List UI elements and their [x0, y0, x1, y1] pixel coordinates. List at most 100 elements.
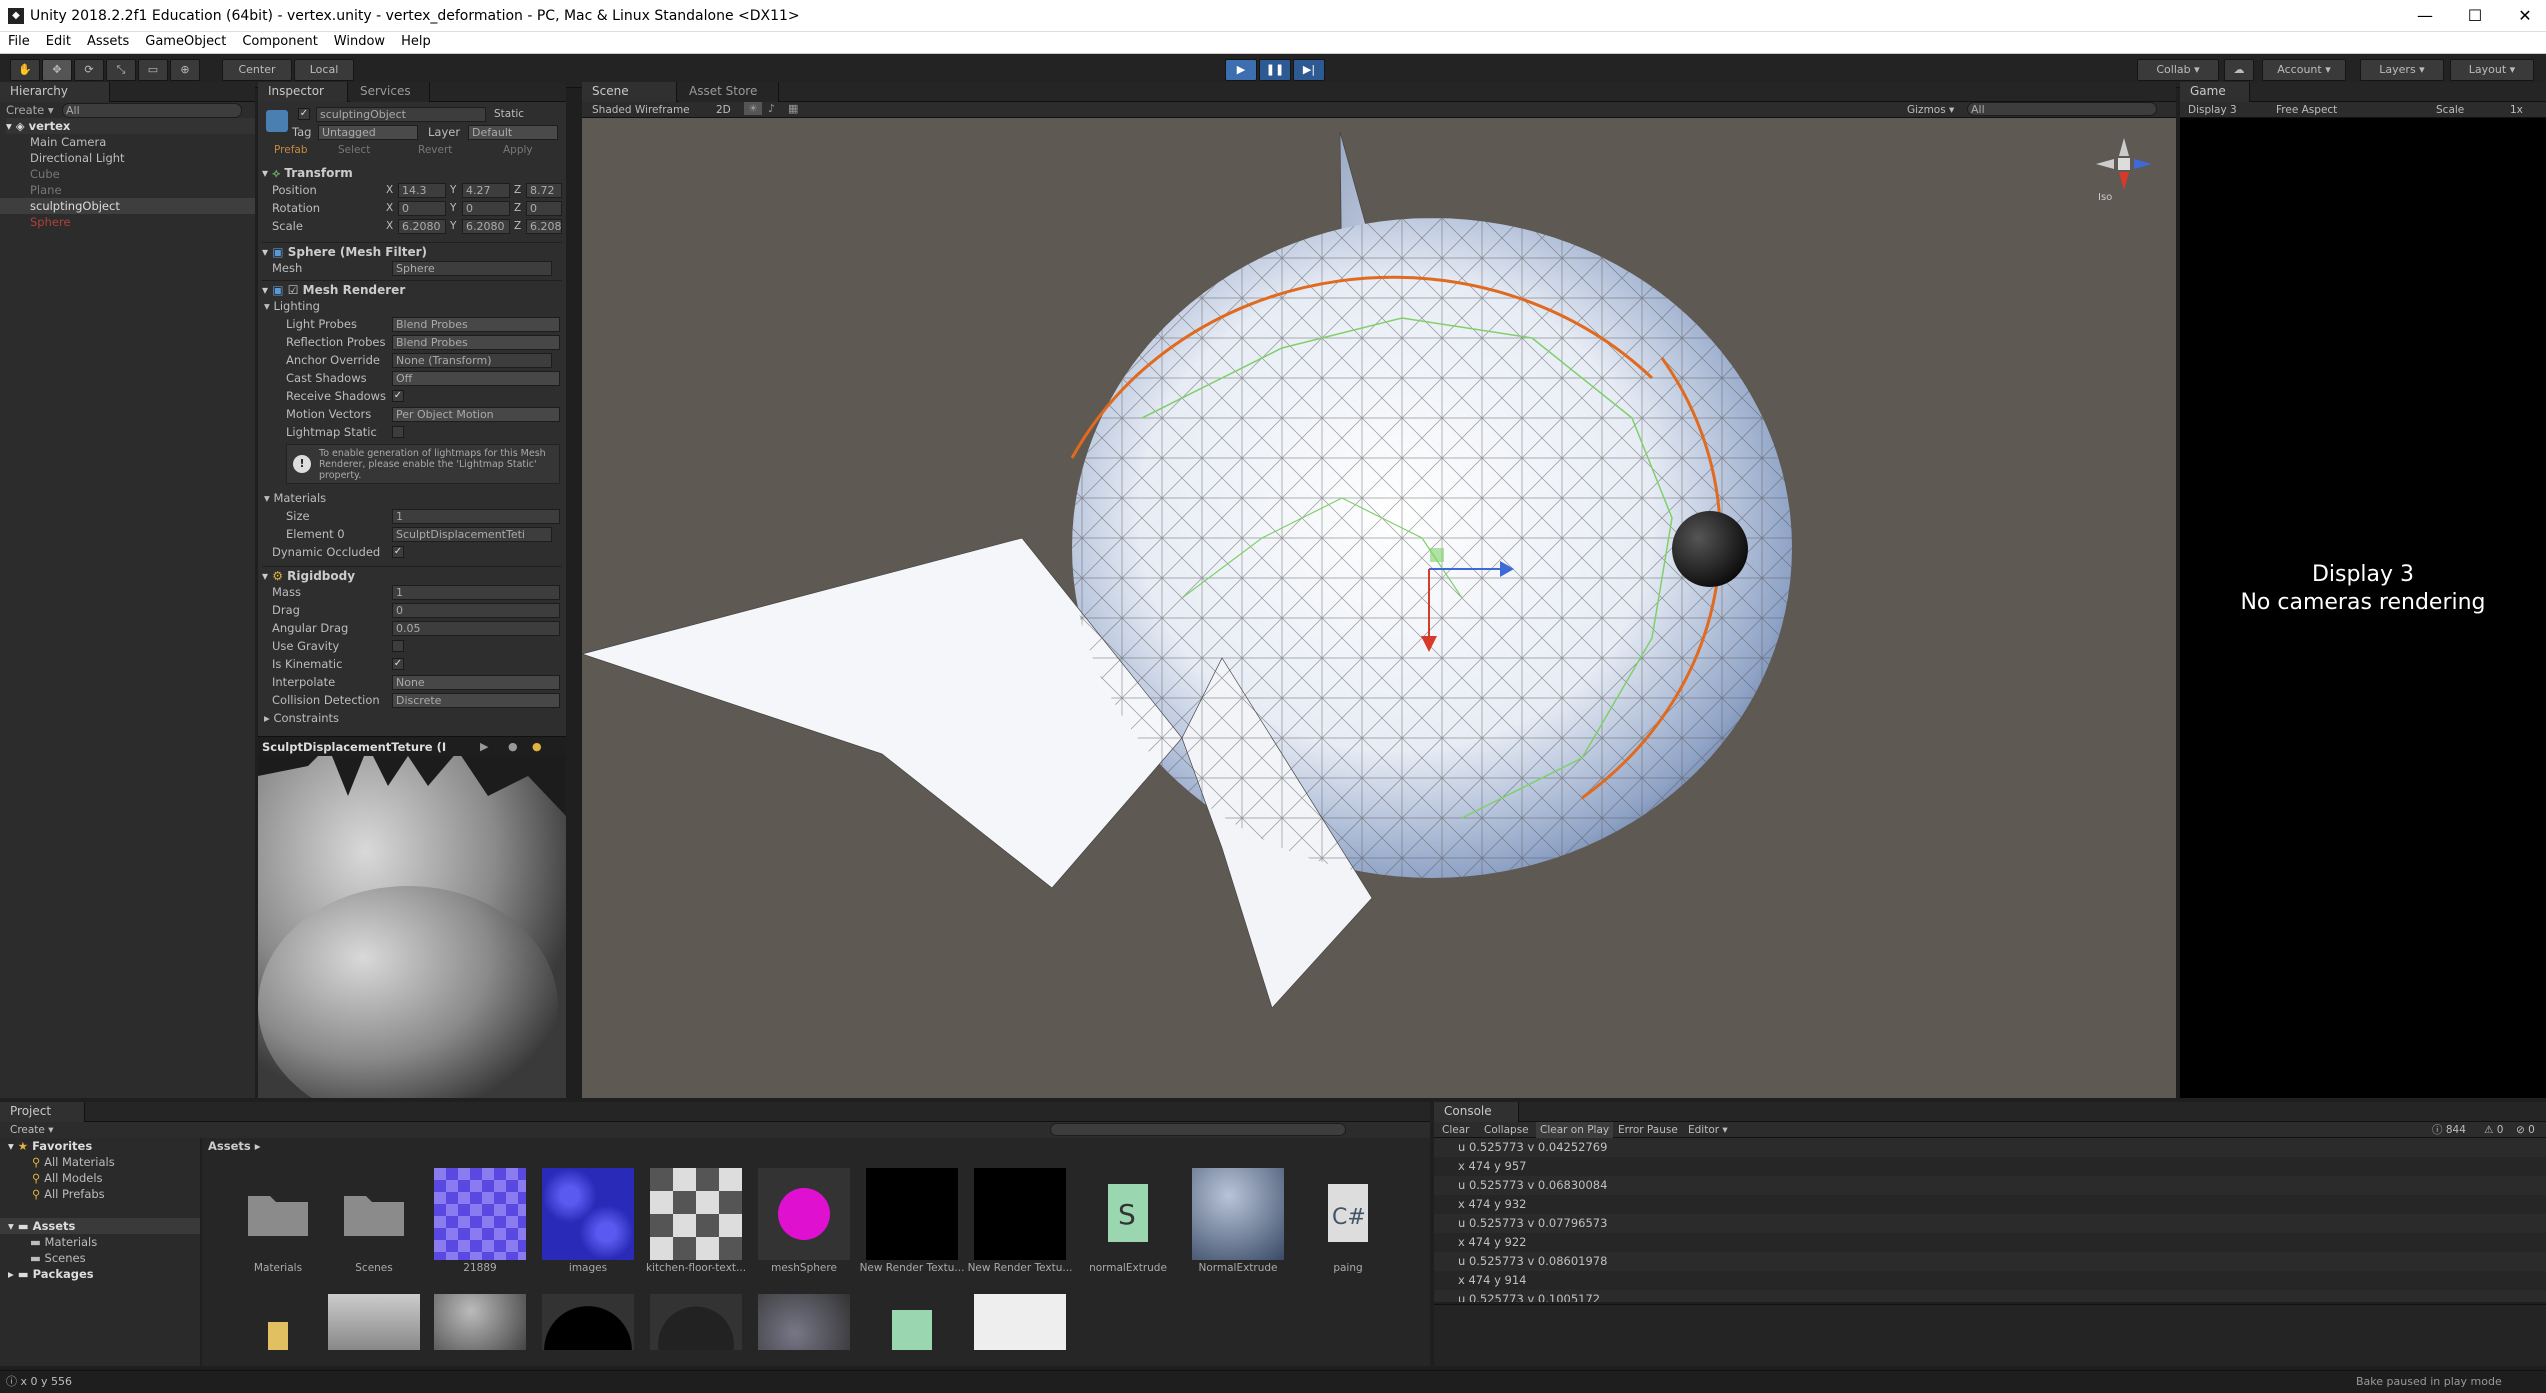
- asset-thumbnail[interactable]: [650, 1294, 742, 1350]
- subfolder-item[interactable]: ▬ Materials: [30, 1234, 97, 1250]
- console-editor-dropdown[interactable]: Editor ▾: [1688, 1122, 1728, 1138]
- cast-shadows-dropdown[interactable]: Off: [392, 371, 560, 386]
- transform-header[interactable]: ▾ ⟡ Transform: [262, 164, 562, 182]
- materials-size-input[interactable]: 1: [392, 509, 560, 524]
- log-entry[interactable]: u 0.525773 v 0.06830084: [1434, 1176, 2546, 1195]
- play-preview-icon[interactable]: ▶: [480, 740, 488, 753]
- console-warning-filter[interactable]: ⚠ 0: [2484, 1122, 2503, 1138]
- is-kinematic-checkbox[interactable]: ✓: [392, 658, 404, 670]
- asset-thumbnail[interactable]: [542, 1294, 634, 1350]
- tab-console[interactable]: Console: [1434, 1102, 1519, 1122]
- zip-icon[interactable]: [232, 1294, 324, 1350]
- effects-toggle-icon[interactable]: ▦: [788, 102, 798, 115]
- element0-field[interactable]: SculptDisplacementTeti: [392, 527, 552, 542]
- position-y-input[interactable]: 4.27: [462, 183, 510, 198]
- hierarchy-item[interactable]: Plane: [30, 182, 62, 198]
- aspect-dropdown[interactable]: Free Aspect: [2276, 102, 2337, 118]
- transform-tool-icon[interactable]: ⊕: [170, 59, 200, 81]
- object-name-input[interactable]: sculptingObject: [316, 107, 486, 122]
- folder-icon[interactable]: [328, 1168, 420, 1260]
- scale-value[interactable]: 1x: [2510, 102, 2523, 118]
- materials-foldout[interactable]: ▾ Materials: [264, 490, 326, 506]
- hand-tool-icon[interactable]: ✋: [10, 59, 40, 81]
- anchor-override-field[interactable]: None (Transform): [392, 353, 552, 368]
- tab-asset-store[interactable]: Asset Store: [679, 82, 779, 102]
- drag-input[interactable]: 0: [392, 603, 560, 618]
- asset-thumbnail[interactable]: [758, 1294, 850, 1350]
- render-texture-thumbnail[interactable]: [866, 1168, 958, 1260]
- assets-breadcrumb[interactable]: Assets ▸: [208, 1138, 261, 1154]
- step-button[interactable]: ▶|: [1293, 59, 1325, 81]
- maximize-button[interactable]: ☐: [2455, 4, 2495, 28]
- hierarchy-item-selected[interactable]: sculptingObject: [0, 198, 255, 214]
- static-toggle[interactable]: Static: [494, 106, 524, 122]
- rotation-x-input[interactable]: 0: [398, 201, 446, 216]
- render-texture-thumbnail[interactable]: [974, 1168, 1066, 1260]
- log-entry[interactable]: u 0.525773 v 0.04252769: [1434, 1138, 2546, 1157]
- close-button[interactable]: ✕: [2505, 4, 2545, 28]
- prefab-revert-button[interactable]: Revert: [418, 142, 452, 158]
- sphere-preview-icon[interactable]: ●: [508, 740, 518, 753]
- pause-button[interactable]: ❚❚: [1259, 59, 1291, 81]
- menu-assets[interactable]: Assets: [79, 32, 137, 49]
- hierarchy-item[interactable]: Sphere: [30, 214, 71, 230]
- asset-thumbnail[interactable]: [328, 1294, 420, 1350]
- angular-drag-input[interactable]: 0.05: [392, 621, 560, 636]
- shader-icon[interactable]: S: [1082, 1168, 1174, 1260]
- mesh-filter-header[interactable]: ▾ ▣ Sphere (Mesh Filter): [262, 242, 562, 260]
- light-probes-dropdown[interactable]: Blend Probes: [392, 317, 560, 332]
- hierarchy-item[interactable]: Directional Light: [30, 150, 125, 166]
- collab-button[interactable]: Collab ▾: [2137, 59, 2219, 81]
- console-log-list[interactable]: u 0.525773 v 0.04252769 x 474 y 957 u 0.…: [1434, 1138, 2546, 1302]
- scene-root[interactable]: ▾ ◈ vertex: [6, 118, 255, 134]
- cloud-icon[interactable]: ☁: [2224, 59, 2254, 81]
- audio-toggle-icon[interactable]: ♪: [768, 102, 775, 115]
- position-x-input[interactable]: 14.3: [398, 183, 446, 198]
- rotation-y-input[interactable]: 0: [462, 201, 510, 216]
- scale-z-input[interactable]: 6.2080: [526, 219, 562, 234]
- layers-dropdown[interactable]: Layers ▾: [2360, 59, 2444, 81]
- console-info-filter[interactable]: ⓘ 844: [2432, 1122, 2466, 1138]
- game-viewport[interactable]: Display 3 No cameras rendering: [2180, 118, 2546, 1098]
- move-tool-icon[interactable]: ✥: [42, 59, 72, 81]
- mesh-field[interactable]: Sphere: [392, 261, 552, 276]
- hierarchy-create-button[interactable]: Create ▾: [6, 102, 54, 118]
- texture-thumbnail[interactable]: [542, 1168, 634, 1260]
- play-button[interactable]: ▶: [1225, 59, 1257, 81]
- tab-project[interactable]: Project: [0, 1102, 85, 1122]
- lightmap-static-checkbox[interactable]: [392, 426, 404, 438]
- tag-dropdown[interactable]: Untagged: [318, 125, 418, 140]
- menu-file[interactable]: File: [0, 32, 38, 49]
- lighting-toggle-icon[interactable]: ☀: [744, 102, 762, 115]
- log-entry[interactable]: x 474 y 957: [1434, 1157, 2546, 1176]
- mesh-renderer-header[interactable]: ▾ ▣ ☑ Mesh Renderer: [262, 280, 562, 298]
- texture-thumbnail[interactable]: [434, 1168, 526, 1260]
- fav-item[interactable]: ⚲ All Models: [32, 1170, 103, 1186]
- log-entry[interactable]: x 474 y 922: [1434, 1233, 2546, 1252]
- motion-vectors-dropdown[interactable]: Per Object Motion: [392, 407, 560, 422]
- scale-y-input[interactable]: 6.2080: [462, 219, 510, 234]
- use-gravity-checkbox[interactable]: [392, 640, 404, 652]
- scene-orientation-gizmo[interactable]: Iso: [2092, 134, 2156, 204]
- prefab-apply-button[interactable]: Apply: [503, 142, 533, 158]
- hierarchy-item[interactable]: Cube: [30, 166, 60, 182]
- subfolder-item[interactable]: ▬ Scenes: [30, 1250, 86, 1266]
- assets-folder[interactable]: ▾ ▬ Assets: [0, 1218, 200, 1234]
- csharp-script-icon[interactable]: C#: [1302, 1168, 1394, 1260]
- shader-icon[interactable]: [866, 1294, 958, 1350]
- perspective-label[interactable]: Iso: [2098, 190, 2112, 206]
- console-collapse-button[interactable]: Collapse: [1484, 1122, 1529, 1138]
- reflection-probes-dropdown[interactable]: Blend Probes: [392, 335, 560, 350]
- rotation-z-input[interactable]: 0: [526, 201, 562, 216]
- console-clear-on-play-toggle[interactable]: Clear on Play: [1536, 1122, 1614, 1138]
- scale-x-input[interactable]: 6.2080: [398, 219, 446, 234]
- prefab-select-button[interactable]: Select: [338, 142, 370, 158]
- minimize-button[interactable]: —: [2405, 4, 2445, 28]
- scene-search-input[interactable]: All: [1967, 102, 2157, 116]
- log-entry[interactable]: x 474 y 914: [1434, 1271, 2546, 1290]
- tab-hierarchy[interactable]: Hierarchy: [0, 82, 110, 102]
- console-error-filter[interactable]: ⊘ 0: [2516, 1122, 2535, 1138]
- log-entry[interactable]: u 0.525773 v 0.07796573: [1434, 1214, 2546, 1233]
- 2d-toggle[interactable]: 2D: [716, 102, 731, 118]
- log-entry[interactable]: x 474 y 932: [1434, 1195, 2546, 1214]
